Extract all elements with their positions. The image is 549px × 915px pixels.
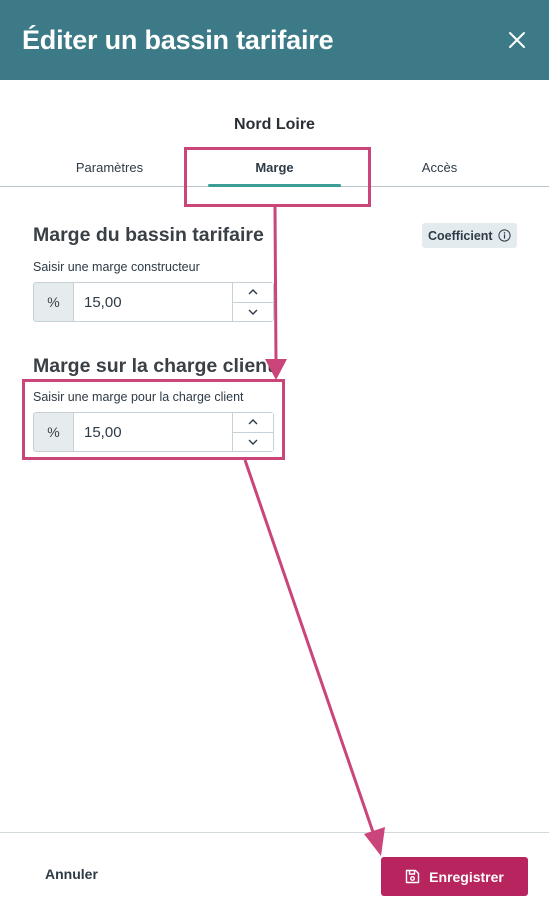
info-icon [497,229,511,242]
modal-title: Éditer un bassin tarifaire [22,24,334,55]
save-button-label: Enregistrer [429,868,504,885]
marge-charge-client-input[interactable] [74,412,233,452]
page-subtitle: Nord Loire [234,116,315,133]
save-icon [405,869,420,884]
annotation-arrow-line-1 [273,206,278,363]
section-title-charge-client: Marge sur la charge client [33,355,274,377]
cancel-button[interactable]: Annuler [45,866,98,882]
marge-charge-client-stepper [233,412,274,452]
decrement-button[interactable] [233,432,273,451]
coefficient-badge[interactable]: Coefficient [422,223,517,248]
coefficient-label: Coefficient [428,228,493,243]
modal-footer: Annuler Enregistrer [0,832,549,915]
increment-button[interactable] [233,283,273,303]
marge-charge-client-field: % [33,412,274,452]
marge-constructeur-field: % [33,282,274,322]
annotation-arrows [243,206,385,856]
save-button[interactable]: Enregistrer [381,857,528,896]
chevron-up-icon [248,289,258,295]
tab-marge[interactable]: Marge [208,148,341,187]
marge-constructeur-stepper [233,282,274,322]
chevron-down-icon [248,439,258,445]
decrement-button[interactable] [233,302,273,321]
section-title-marge-bassin: Marge du bassin tarifaire [33,224,264,246]
close-button[interactable] [501,24,533,56]
tab-parametres[interactable]: Paramètres [43,148,176,187]
active-tab-indicator [208,184,341,187]
annotation-arrow-line-2 [243,459,376,836]
tab-bar: Paramètres Marge Accès [0,148,549,187]
increment-button[interactable] [233,413,273,433]
tab-acces[interactable]: Accès [373,148,506,187]
field-label-marge-constructeur: Saisir une marge constructeur [33,260,200,274]
modal-header: Éditer un bassin tarifaire [0,0,549,80]
percent-prefix: % [33,282,74,322]
marge-constructeur-input[interactable] [74,282,233,322]
percent-prefix: % [33,412,74,452]
close-icon [509,32,525,48]
field-label-charge-client: Saisir une marge pour la charge client [33,390,244,404]
chevron-up-icon [248,419,258,425]
chevron-down-icon [248,309,258,315]
